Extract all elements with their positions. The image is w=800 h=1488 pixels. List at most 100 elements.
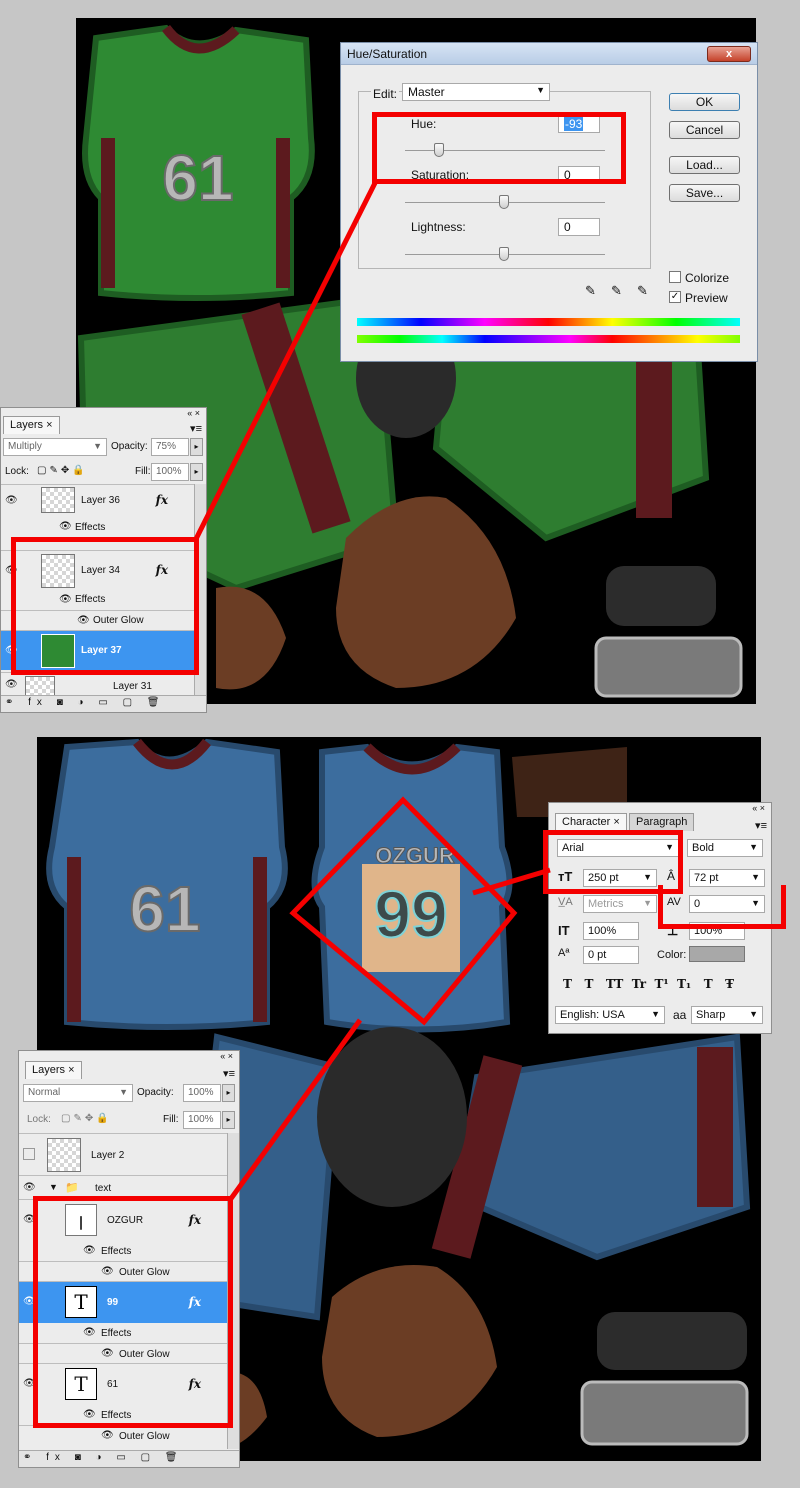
load-button[interactable]: Load... — [669, 156, 740, 174]
saturation-slider-thumb[interactable] — [499, 195, 509, 209]
anti-alias-select[interactable]: Sharp ▼ — [691, 1006, 763, 1024]
hue-slider-thumb[interactable] — [434, 143, 444, 157]
layer-row-ozgur[interactable]: 👁 ꞁ OZGUR fx — [19, 1199, 227, 1241]
effects-row[interactable]: 👁 Effects — [1, 516, 194, 538]
visibility-toggle[interactable] — [23, 1148, 35, 1160]
outer-glow-row[interactable]: 👁 Outer Glow — [1, 610, 194, 630]
tab-paragraph[interactable]: Paragraph — [629, 813, 695, 831]
eye-icon[interactable]: 👁 — [23, 1296, 36, 1307]
outer-glow-row[interactable]: 👁 Outer Glow — [19, 1261, 227, 1281]
text-color-swatch[interactable] — [689, 946, 745, 962]
fill-input[interactable]: 100% — [151, 463, 189, 481]
layer-row-36[interactable]: 👁 Layer 36 fx — [1, 484, 194, 516]
layer-scrollbar[interactable] — [194, 484, 206, 696]
eyedropper-minus-icon[interactable]: ✎ — [637, 283, 648, 299]
lightness-slider-thumb[interactable] — [499, 247, 509, 261]
eye-icon[interactable]: 👁 — [83, 1409, 96, 1420]
tracking-input[interactable]: 0 ▼ — [689, 895, 765, 913]
layer-row-31[interactable]: 👁 Layer 31 — [1, 672, 194, 696]
eye-icon[interactable]: 👁 — [101, 1430, 114, 1441]
eye-icon[interactable]: 👁 — [5, 679, 18, 690]
eye-icon[interactable]: 👁 — [59, 594, 72, 605]
close-tab-icon[interactable]: × — [68, 1064, 74, 1076]
lock-icons[interactable]: ▢✎✥🔒 — [37, 465, 88, 476]
save-button[interactable]: Save... — [669, 184, 740, 202]
saturation-input[interactable]: 0 — [558, 166, 600, 184]
tab-layers[interactable]: Layers × — [25, 1061, 82, 1079]
expand-arrow-icon[interactable]: ▼ — [49, 1182, 58, 1192]
opacity-input[interactable]: 100% — [183, 1084, 221, 1102]
close-tab-icon[interactable]: × — [46, 419, 52, 431]
outer-glow-row[interactable]: 👁 Outer Glow — [19, 1425, 227, 1445]
opacity-input[interactable]: 75% — [151, 438, 189, 456]
eye-icon[interactable]: 👁 — [23, 1378, 36, 1389]
panel-collapse-icon[interactable]: « × — [187, 408, 200, 418]
panel-menu-icon[interactable]: ▾≡ — [190, 422, 202, 435]
preview-checkbox[interactable]: ✓ — [669, 291, 681, 303]
blend-mode-select[interactable]: Multiply ▼ — [3, 438, 107, 456]
font-size-input[interactable]: 250 pt ▼ — [583, 869, 657, 887]
hue-input[interactable]: -93 — [558, 115, 600, 133]
effects-row[interactable]: 👁 Effects — [19, 1241, 227, 1261]
opacity-arrow-icon[interactable]: ▸ — [222, 1084, 235, 1102]
eye-icon[interactable]: 👁 — [5, 645, 18, 656]
eye-icon[interactable]: 👁 — [83, 1327, 96, 1338]
baseline-shift-input[interactable]: 0 pt — [583, 946, 639, 964]
fx-icon[interactable]: fx — [189, 1295, 201, 1309]
fx-icon[interactable]: fx — [189, 1377, 201, 1391]
fill-arrow-icon[interactable]: ▸ — [222, 1111, 235, 1129]
eye-icon[interactable]: 👁 — [83, 1245, 96, 1256]
lightness-input[interactable]: 0 — [558, 218, 600, 236]
panel-collapse-icon[interactable]: « × — [752, 803, 765, 813]
layer-actions-bar[interactable]: ⚭ fx ◙ ◑ ▭ ▢ 🗑 — [1, 695, 206, 712]
eye-icon[interactable]: 👁 — [5, 495, 18, 506]
tab-character[interactable]: Character × — [555, 813, 627, 831]
eyedropper-icon[interactable]: ✎ — [585, 283, 596, 299]
panel-menu-icon[interactable]: ▾≡ — [223, 1067, 235, 1080]
layer-scrollbar[interactable] — [227, 1133, 239, 1449]
blend-mode-select[interactable]: Normal ▼ — [23, 1084, 133, 1102]
eye-icon[interactable]: 👁 — [77, 615, 90, 626]
tab-layers[interactable]: Layers × — [3, 416, 60, 434]
ok-button[interactable]: OK — [669, 93, 740, 111]
opacity-arrow-icon[interactable]: ▸ — [190, 438, 203, 456]
edit-select[interactable]: Master ▼ — [402, 83, 550, 101]
panel-collapse-icon[interactable]: « × — [220, 1051, 233, 1061]
lock-icons[interactable]: ▢✎✥🔒 — [61, 1113, 112, 1124]
font-style-select[interactable]: Bold ▼ — [687, 839, 763, 857]
eye-icon[interactable]: 👁 — [101, 1348, 114, 1359]
cancel-button[interactable]: Cancel — [669, 121, 740, 139]
layer-row-99[interactable]: 👁 T 99 fx — [19, 1281, 227, 1323]
fill-input[interactable]: 100% — [183, 1111, 221, 1129]
layer-row-61[interactable]: 👁 T 61 fx — [19, 1363, 227, 1405]
eyedropper-plus-icon[interactable]: ✎ — [611, 283, 622, 299]
faux-style-buttons[interactable]: T T TT Tr T¹ T₁ T Ŧ — [563, 977, 734, 991]
layer-row-37[interactable]: 👁 Layer 37 — [1, 630, 194, 670]
colorize-checkbox[interactable] — [669, 271, 681, 283]
fx-icon[interactable]: fx — [189, 1213, 201, 1227]
outer-glow-row[interactable]: 👁 Outer Glow — [19, 1343, 227, 1363]
group-row-text[interactable]: 👁 ▼ 📁 text — [19, 1175, 227, 1199]
eye-icon[interactable]: 👁 — [101, 1266, 114, 1277]
fx-icon[interactable]: fx — [156, 563, 168, 577]
kerning-select[interactable]: Metrics ▼ — [583, 895, 657, 913]
eye-icon[interactable]: 👁 — [59, 521, 72, 532]
effects-row[interactable]: 👁 Effects — [19, 1405, 227, 1425]
fx-icon[interactable]: fx — [156, 493, 168, 507]
fill-arrow-icon[interactable]: ▸ — [190, 463, 203, 481]
eye-icon[interactable]: 👁 — [23, 1214, 36, 1225]
horizontal-scale-input[interactable]: 100% — [689, 922, 745, 940]
eye-icon[interactable]: 👁 — [5, 565, 18, 576]
layer-row-34[interactable]: 👁 Layer 34 fx — [1, 550, 194, 590]
leading-input[interactable]: 72 pt ▼ — [689, 869, 765, 887]
vertical-scale-input[interactable]: 100% — [583, 922, 639, 940]
layer-actions-bar[interactable]: ⚭ fx ◙ ◑ ▭ ▢ 🗑 — [19, 1450, 239, 1467]
font-family-select[interactable]: Arial ▼ — [557, 839, 679, 857]
language-select[interactable]: English: USA ▼ — [555, 1006, 665, 1024]
eye-icon[interactable]: 👁 — [23, 1182, 36, 1193]
panel-menu-icon[interactable]: ▾≡ — [755, 819, 767, 832]
close-button[interactable]: x — [707, 46, 751, 62]
layer-row-layer2[interactable]: Layer 2 — [19, 1133, 227, 1175]
close-tab-icon[interactable]: × — [613, 816, 619, 828]
effects-row[interactable]: 👁 Effects — [19, 1323, 227, 1343]
